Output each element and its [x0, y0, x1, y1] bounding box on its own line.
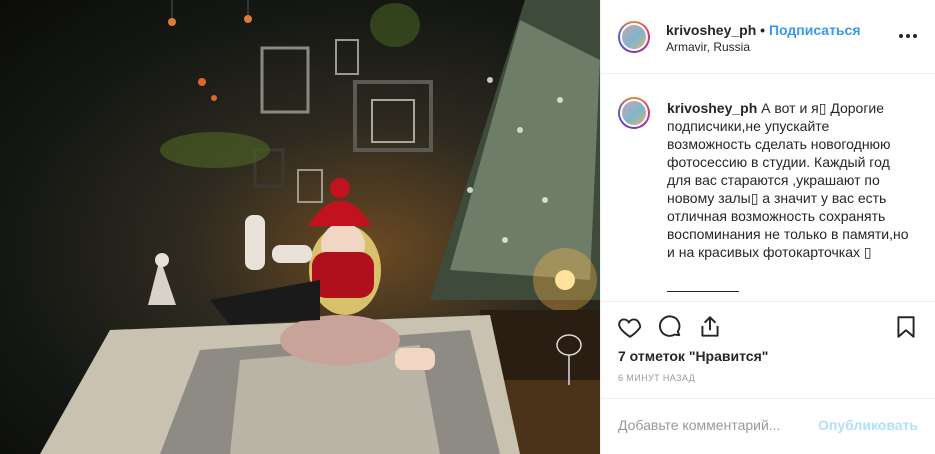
more-horizontal-icon[interactable] [898, 28, 918, 39]
caption-area: krivoshey_ph А вот и я▯ Дорогие подписчи… [601, 75, 935, 302]
comment-input[interactable]: Добавьте комментарий... [618, 417, 780, 433]
comment-form: Добавьте комментарий... Опубликовать [601, 398, 935, 454]
caption-body: А вот и я▯ Дорогие подписчики,не упускай… [667, 100, 909, 260]
publish-button[interactable]: Опубликовать [818, 417, 918, 433]
likes-count[interactable]: 7 отметок "Нравится" [618, 348, 768, 364]
post-photo[interactable] [0, 0, 600, 454]
post-header: krivoshey_ph • Подписаться Armavir, Russ… [601, 0, 935, 74]
load-more-divider[interactable] [667, 291, 739, 292]
caption-username[interactable]: krivoshey_ph [667, 100, 757, 116]
caption-text: krivoshey_ph А вот и я▯ Дорогие подписчи… [667, 99, 917, 261]
photo-illustration [40, 0, 600, 454]
separator-dot: • [760, 22, 766, 38]
author-username[interactable]: krivoshey_ph [666, 22, 756, 38]
caption-avatar[interactable] [618, 97, 650, 129]
post-timestamp[interactable]: 6 МИНУТ НАЗАД [618, 373, 695, 383]
author-avatar[interactable] [618, 21, 650, 53]
action-bar [617, 310, 919, 342]
header-user-line: krivoshey_ph • Подписаться [666, 22, 861, 38]
location-link[interactable]: Armavir, Russia [666, 40, 750, 54]
heart-icon[interactable] [617, 314, 643, 340]
comment-icon[interactable] [657, 314, 683, 340]
bookmark-icon[interactable] [893, 314, 919, 340]
follow-button[interactable]: Подписаться [769, 22, 861, 38]
post-panel: krivoshey_ph • Подписаться Armavir, Russ… [600, 0, 935, 454]
share-icon[interactable] [697, 314, 723, 340]
